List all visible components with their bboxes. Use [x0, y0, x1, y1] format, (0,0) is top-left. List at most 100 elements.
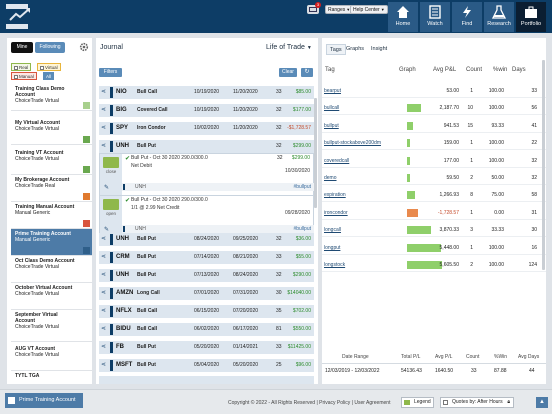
clear-button[interactable]: Clear: [279, 68, 297, 77]
tag-link[interactable]: expiration: [324, 188, 346, 202]
share-icon[interactable]: ⋖: [101, 323, 109, 336]
tag-link[interactable]: bearput: [324, 84, 341, 98]
tag-win: 100.00: [488, 105, 504, 112]
trade-row[interactable]: ⋖ FB Bull Put 05/20/2020 01/14/2021 33 $…: [99, 341, 314, 354]
share-icon[interactable]: ⋖: [101, 86, 109, 99]
ranges-dropdown[interactable]: Ranges▼: [325, 5, 354, 14]
filter-manual[interactable]: Manual: [11, 72, 37, 80]
column-tag[interactable]: Tag: [325, 67, 335, 73]
tag-row[interactable]: bullput 941.53 15 93.33 41: [322, 119, 546, 133]
edit-icon[interactable]: ✎: [104, 226, 109, 233]
account-item[interactable]: September Virtual Account ChoiceTrade Vi…: [11, 310, 92, 342]
column-count[interactable]: Count: [466, 67, 482, 73]
app-logo[interactable]: [6, 4, 34, 29]
expand-up-button[interactable]: ▲: [536, 397, 548, 408]
tag-row[interactable]: bullcall 2,187.70 10 100.00 56: [322, 101, 546, 116]
share-icon[interactable]: ⋖: [101, 122, 109, 135]
tags-scrollbar[interactable]: [542, 60, 545, 270]
column-days[interactable]: Days: [512, 67, 526, 73]
trade-row[interactable]: ⋖ UNH Bull Put 07/13/2020 08/24/2020 32 …: [99, 269, 314, 282]
share-icon[interactable]: ⋖: [101, 233, 109, 246]
trade-row[interactable]: ⋖ CRM Bull Put 07/14/2020 08/21/2020 33 …: [99, 251, 314, 264]
trade-row[interactable]: ⋖ AMZN Long Call 07/01/2020 07/31/2020 3…: [99, 287, 314, 300]
nav-research[interactable]: Research: [484, 2, 514, 32]
nav-portfolio[interactable]: Portfolio: [516, 2, 546, 32]
account-item[interactable]: October Virtual Account ChoiceTrade Virt…: [11, 283, 92, 310]
leg-hashtag[interactable]: #bullput: [293, 184, 311, 190]
tag-link[interactable]: demo: [324, 171, 337, 185]
life-of-trade-dropdown[interactable]: Life of Trade ▼: [266, 44, 312, 51]
tag-row[interactable]: longstock 5,605.50 2 100.00 124: [322, 258, 546, 272]
filters-button[interactable]: Filters: [99, 68, 122, 77]
following-tab[interactable]: Following: [35, 42, 65, 53]
tab-insight[interactable]: Insight: [368, 44, 390, 55]
trade-row[interactable]: ⋖ MSFT Bull Put 05/04/2020 05/20/2020 25…: [99, 359, 314, 372]
help-center-dropdown[interactable]: Help Center▼: [350, 5, 388, 14]
tag-link[interactable]: bullcall: [324, 101, 339, 115]
tag-row[interactable]: ironcondor -1,728.57 1 0.00 31: [322, 206, 546, 220]
tag-row[interactable]: bearput 53.00 1 100.00 33: [322, 84, 546, 98]
journal-scrollbar[interactable]: [314, 98, 317, 208]
active-account-button[interactable]: Prime Training Account: [5, 393, 83, 408]
tab-graphs[interactable]: Graphs: [343, 44, 367, 55]
legend-button[interactable]: Legend: [401, 397, 434, 408]
trade-row[interactable]: ⋖ UNH Bull Put 08/24/2020 09/25/2020 32 …: [99, 233, 314, 246]
tag-row[interactable]: longput 5,448.00 1 100.00 16: [322, 241, 546, 255]
share-icon[interactable]: ⋖: [101, 287, 109, 300]
account-item[interactable]: Oct Class Demo Account ChoiceTrade Virtu…: [11, 256, 92, 283]
nav-find[interactable]: Find: [452, 2, 482, 32]
trade-row[interactable]: ⋖ BIG Covered Call 10/19/2020 11/20/2020…: [99, 104, 314, 117]
tag-link[interactable]: bullput: [324, 119, 339, 133]
edit-icon[interactable]: ✎: [104, 184, 109, 191]
share-icon[interactable]: ⋖: [101, 104, 109, 117]
tag-link[interactable]: ironcondor: [324, 206, 348, 220]
trade-row[interactable]: ⋖ BIDU Bull Call 06/02/2020 06/17/2020 8…: [99, 323, 314, 336]
gear-icon[interactable]: [79, 42, 89, 52]
tag-row[interactable]: expiration 1,266.93 8 75.00 58: [322, 188, 546, 203]
close-action-icon[interactable]: [103, 157, 119, 168]
filter-real[interactable]: Real: [11, 63, 32, 71]
tag-row[interactable]: bullput-stockabove200dm 159.00 1 100.00 22: [322, 136, 546, 151]
share-icon[interactable]: ⋖: [101, 341, 109, 354]
leg-hashtag[interactable]: #bullput: [293, 226, 311, 232]
account-item[interactable]: My Brokerage Account ChoiceTrade Real: [11, 175, 92, 202]
account-item[interactable]: AUG VT Account ChoiceTrade Virtual: [11, 344, 92, 371]
trade-row[interactable]: [99, 376, 314, 384]
refresh-button[interactable]: ↻: [301, 68, 313, 77]
trade-row[interactable]: ⋖ NIO Bull Call 10/19/2020 11/20/2020 33…: [99, 86, 314, 99]
account-item[interactable]: Training Manual Account Manual Generic: [11, 202, 92, 229]
account-item[interactable]: Training Class Demo Account ChoiceTrade …: [11, 84, 92, 111]
trade-row[interactable]: ⋖ NFLX Bull Call 06/15/2020 07/20/2020 3…: [99, 305, 314, 318]
open-action-icon[interactable]: [103, 199, 119, 210]
trade-row-expanded[interactable]: ⋖ UNH Bull Put 32 $299.00: [99, 140, 314, 153]
filter-virtual[interactable]: Virtual: [37, 63, 61, 71]
account-item[interactable]: Training VT Account ChoiceTrade Virtual: [11, 148, 92, 175]
account-item[interactable]: TYTL TGA: [11, 371, 92, 384]
share-icon[interactable]: ⋖: [101, 251, 109, 264]
tag-days: 41: [531, 122, 537, 129]
share-icon[interactable]: ⋖: [101, 269, 109, 282]
tag-link[interactable]: bullput-stockabove200dm: [324, 136, 381, 150]
filter-all[interactable]: All: [43, 72, 55, 80]
nav-watch[interactable]: Watch: [420, 2, 450, 32]
column-win[interactable]: %win: [493, 67, 507, 73]
share-icon[interactable]: ⋖: [101, 140, 109, 153]
share-icon[interactable]: ⋖: [101, 305, 109, 318]
tag-row[interactable]: longcall 3,870.33 3 33.33 30: [322, 223, 546, 238]
tag-link[interactable]: longstock: [324, 258, 345, 272]
tag-link[interactable]: coveredcall: [324, 154, 349, 168]
column-graph[interactable]: Graph: [399, 67, 416, 73]
trade-row[interactable]: ⋖ SPY Iron Condor 10/02/2020 11/20/2020 …: [99, 122, 314, 135]
tag-link[interactable]: longcall: [324, 223, 341, 237]
tag-row[interactable]: coveredcall 177.00 1 100.00 32: [322, 154, 546, 168]
account-item[interactable]: My Virtual Account ChoiceTrade Virtual: [11, 118, 92, 145]
column-avg-pl[interactable]: Avg P&L: [433, 67, 456, 73]
account-item-selected[interactable]: Prime Training Account Manual Generic: [11, 229, 92, 256]
share-icon[interactable]: ⋖: [101, 359, 109, 372]
mail-button[interactable]: 3: [307, 2, 321, 14]
tag-link[interactable]: longput: [324, 241, 340, 255]
quotes-source-toggle[interactable]: Quotes by: After Hours 🔒︎: [440, 397, 514, 408]
nav-home[interactable]: Home: [388, 2, 418, 32]
mine-tab[interactable]: Mine: [11, 42, 33, 53]
tag-row[interactable]: demo 59.50 2 50.00 32: [322, 171, 546, 185]
